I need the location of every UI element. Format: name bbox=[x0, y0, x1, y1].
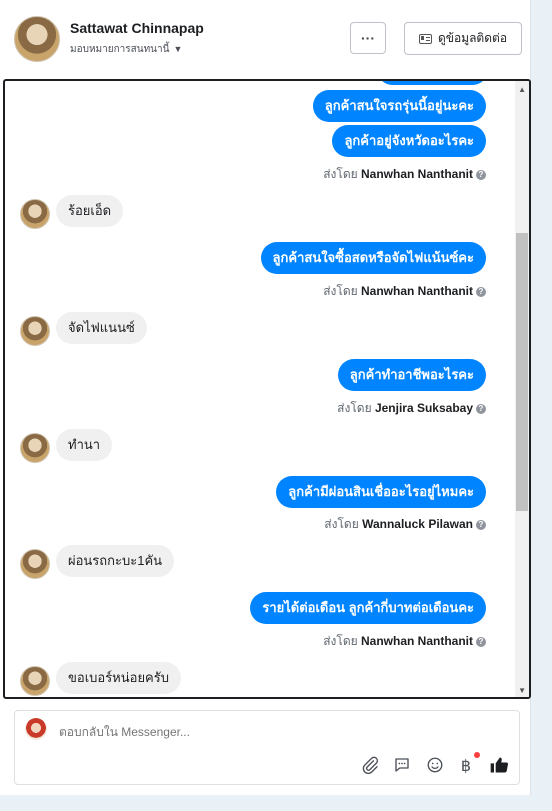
message-bubble-outgoing: ลูกค้าอยู่จังหวัดอะไรคะ bbox=[332, 125, 486, 157]
message-bubble-incoming: ร้อยเอ็ด bbox=[56, 195, 124, 227]
sent-by-label: ส่งโดย Wannaluck Pilawan? bbox=[324, 515, 486, 534]
message-bubble-incoming: จัดไฟแนนซ์ bbox=[56, 312, 147, 344]
sent-by-label: ส่งโดย Nanwhan Nanthanit? bbox=[323, 632, 486, 651]
contact-avatar-small bbox=[20, 433, 50, 463]
message-bubble-incoming: ขอเบอร์หน่อยครับ bbox=[56, 662, 181, 694]
message-bubble-incoming: ผ่อนรถกะบะ1คัน bbox=[56, 545, 175, 577]
help-icon[interactable]: ? bbox=[476, 636, 486, 647]
assign-conversation-label: มอบหมายการสนทนานี้ bbox=[70, 44, 170, 55]
message-bubble-outgoing: รายได้ต่อเดือน ลูกค้ากี่บาทต่อเดือนคะ bbox=[250, 592, 486, 624]
view-contact-info-label: ดูข้อมูลติดต่อ bbox=[437, 31, 508, 45]
message-bubble-outgoing: ลูกค้าสนใจรถรุ่นนี้อยู่นะคะ bbox=[312, 90, 486, 122]
scrollbar-thumb[interactable] bbox=[516, 233, 528, 511]
thread-scrollbar[interactable]: ▲ ▼ bbox=[515, 81, 529, 697]
contact-avatar[interactable] bbox=[14, 16, 60, 62]
contact-name[interactable]: Sattawat Chinnapap bbox=[70, 20, 204, 36]
view-contact-info-button[interactable]: ดูข้อมูลติดต่อ bbox=[404, 22, 522, 55]
conversation-header: Sattawat Chinnapap มอบหมายการสนทนานี้ ▼ ·… bbox=[0, 0, 530, 78]
conversation-panel: Sattawat Chinnapap มอบหมายการสนทนานี้ ▼ ·… bbox=[0, 0, 531, 795]
notification-dot bbox=[474, 752, 480, 758]
message-thread[interactable]: ลูกค้าสนใจรถรุ่นนี้อยู่นะคะ ลูกค้าอยู่จั… bbox=[3, 79, 531, 699]
reply-input[interactable] bbox=[59, 725, 359, 739]
contact-avatar-small bbox=[20, 666, 50, 696]
scroll-down-arrow-icon[interactable]: ▼ bbox=[518, 686, 526, 695]
help-icon[interactable]: ? bbox=[476, 286, 486, 297]
attachment-icon[interactable] bbox=[360, 755, 380, 775]
emoji-icon[interactable] bbox=[425, 755, 445, 775]
page-avatar bbox=[25, 718, 47, 740]
message-composer: ฿ bbox=[14, 710, 520, 785]
sent-by-label: ส่งโดย Nanwhan Nanthanit? bbox=[323, 165, 486, 184]
contact-avatar-small bbox=[20, 549, 50, 579]
help-icon[interactable]: ? bbox=[476, 519, 486, 530]
message-bubble-outgoing: ลูกค้าทำอาชีพอะไรคะ bbox=[337, 359, 486, 391]
sent-by-label: ส่งโดย Nanwhan Nanthanit? bbox=[323, 282, 486, 301]
contact-avatar-small bbox=[20, 316, 50, 346]
saved-reply-icon[interactable] bbox=[392, 755, 412, 775]
caret-down-icon: ▼ bbox=[173, 44, 183, 54]
assign-conversation-dropdown[interactable]: มอบหมายการสนทนานี้ ▼ bbox=[70, 42, 182, 57]
partial-message-bubble bbox=[378, 81, 487, 85]
like-icon[interactable] bbox=[489, 755, 509, 775]
help-icon[interactable]: ? bbox=[476, 403, 486, 414]
payment-icon[interactable]: ฿ bbox=[456, 755, 476, 775]
sent-by-label: ส่งโดย Jenjira Suksabay? bbox=[337, 399, 486, 418]
contact-avatar-small bbox=[20, 199, 50, 229]
message-bubble-incoming: ทำนา bbox=[56, 429, 113, 461]
scroll-up-arrow-icon[interactable]: ▲ bbox=[518, 85, 526, 94]
message-bubble-outgoing: ลูกค้าสนใจซื้อสดหรือจัดไฟแน้นซ์คะ bbox=[260, 242, 486, 274]
contact-card-icon bbox=[418, 33, 432, 44]
message-bubble-outgoing: ลูกค้ามีผ่อนสินเชื่ออะไรอยู่ไหมคะ bbox=[276, 476, 486, 508]
help-icon[interactable]: ? bbox=[476, 169, 486, 180]
more-options-button[interactable]: ··· bbox=[350, 22, 386, 54]
